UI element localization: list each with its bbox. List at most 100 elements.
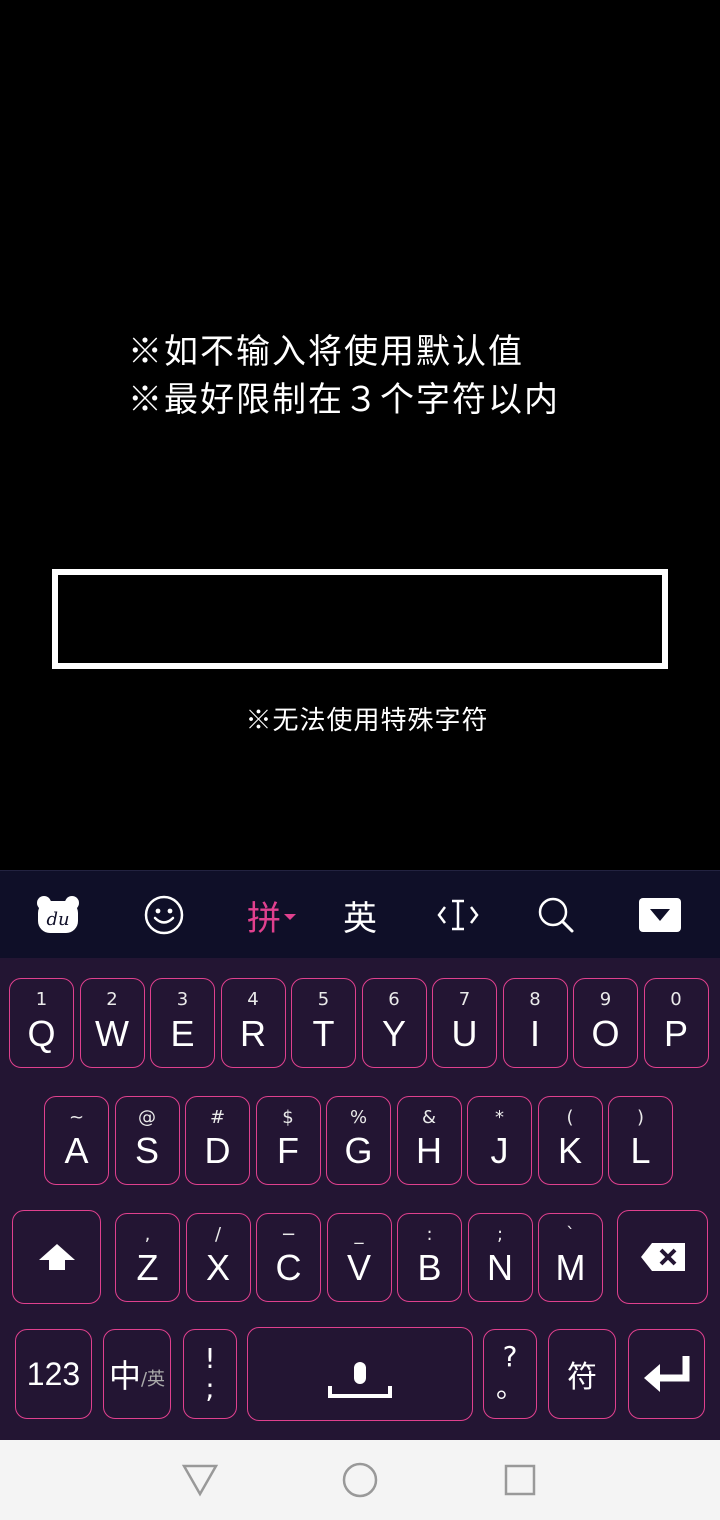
key-z[interactable]: ,Z: [115, 1213, 180, 1302]
key-r[interactable]: 4R: [220, 978, 286, 1068]
key-main-label: V: [346, 1247, 371, 1288]
key-main-label: S: [134, 1130, 159, 1171]
key-c[interactable]: − C: [256, 1213, 321, 1302]
backspace-key[interactable]: [617, 1210, 708, 1304]
key-n[interactable]: ; N: [467, 1213, 533, 1302]
key-sub-label: 4: [247, 989, 259, 1010]
period-label: 。: [495, 1371, 524, 1404]
enter-key[interactable]: [628, 1329, 705, 1419]
svg-text:du: du: [46, 909, 69, 930]
key-sub-label: 9: [599, 989, 612, 1010]
smiley-icon: [144, 895, 184, 935]
game-screen: ※如不输入将使用默认值 ※最好限制在３个字符以内 ※无法使用特殊字符: [0, 0, 720, 870]
key-main-label: H: [416, 1130, 442, 1171]
pinyin-mode-button[interactable]: 拼: [232, 871, 312, 959]
key-e[interactable]: 3E: [150, 978, 215, 1068]
key-main-label: I: [529, 1013, 540, 1054]
key-main-label: J: [490, 1130, 509, 1171]
key-sub-label: 7: [458, 989, 471, 1010]
key-i[interactable]: 8I: [502, 978, 568, 1068]
back-triangle-icon[interactable]: [180, 1460, 220, 1500]
hide-keyboard-button[interactable]: [620, 871, 700, 959]
key-f[interactable]: $ F: [255, 1096, 321, 1185]
recents-square-icon[interactable]: [500, 1460, 540, 1500]
key-m[interactable]: ` M: [538, 1213, 603, 1302]
du-logo-button[interactable]: du: [18, 871, 98, 959]
key-main-label: M: [555, 1247, 586, 1288]
key-main-label: N: [487, 1247, 513, 1288]
enter-icon: [643, 1356, 689, 1392]
home-circle-icon[interactable]: [340, 1460, 380, 1500]
cursor-icon: [437, 899, 479, 931]
key-x[interactable]: / X: [185, 1213, 251, 1302]
key-u[interactable]: 7U: [432, 978, 497, 1068]
key-y[interactable]: 6Y: [361, 978, 427, 1068]
key-p[interactable]: 0P: [643, 978, 709, 1068]
key-o[interactable]: 9O: [573, 978, 638, 1068]
number-mode-key[interactable]: 123: [15, 1329, 92, 1419]
chevron-down-icon: [639, 898, 681, 932]
key-g[interactable]: % G: [326, 1096, 391, 1185]
key-main-label: Z: [136, 1247, 159, 1288]
key-main-label: F: [277, 1130, 299, 1171]
symbol-label: 符: [567, 1360, 597, 1395]
key-h[interactable]: & H: [396, 1096, 462, 1185]
key-j[interactable]: * J: [467, 1096, 532, 1185]
key-d[interactable]: # D: [185, 1096, 250, 1185]
key-main-label: P: [663, 1013, 688, 1054]
space-key[interactable]: [247, 1327, 473, 1421]
key-a[interactable]: ~ A: [44, 1096, 109, 1185]
length-limit-hint: ※最好限制在３个字符以内: [128, 380, 560, 420]
emoji-button[interactable]: [124, 871, 204, 959]
key-sub-label: 2: [106, 989, 118, 1010]
cursor-move-button[interactable]: [418, 871, 498, 959]
key-main-label: L: [630, 1130, 651, 1171]
key-l[interactable]: ) L: [608, 1096, 673, 1185]
lang-sub-label: /英: [140, 1369, 166, 1390]
key-sub-label: /: [214, 1224, 222, 1245]
search-button[interactable]: [516, 871, 596, 959]
semicolon-label: ;: [205, 1372, 215, 1405]
key-v[interactable]: _ V: [326, 1213, 392, 1302]
key-w[interactable]: 2W: [79, 978, 145, 1068]
key-sub-label: ,: [144, 1224, 151, 1245]
microphone-icon: [328, 1362, 392, 1398]
exclaim-label: !: [204, 1342, 216, 1375]
system-nav-bar: [0, 1440, 720, 1520]
key-main-label: W: [95, 1013, 129, 1054]
shift-arrow-icon: [38, 1244, 75, 1270]
key-main-label: R: [240, 1013, 266, 1054]
key-q[interactable]: 1Q: [9, 978, 74, 1068]
key-t[interactable]: 5T: [291, 978, 356, 1068]
symbol-key[interactable]: 符: [548, 1329, 616, 1419]
key-sub-label: 1: [35, 989, 48, 1010]
punct-key-question[interactable]: ? 。: [483, 1329, 537, 1419]
key-k[interactable]: (K: [537, 1096, 603, 1185]
lang-switch-key[interactable]: 中 /英: [103, 1329, 171, 1419]
punct-key-exclaim[interactable]: ! ;: [183, 1329, 237, 1419]
du-logo-icon: du: [37, 896, 79, 933]
key-b[interactable]: :B: [397, 1213, 462, 1302]
english-label: 英: [343, 898, 377, 939]
shift-key[interactable]: [12, 1210, 101, 1304]
name-input-box[interactable]: [52, 569, 668, 669]
ime-toolbar: du 拼 英: [0, 870, 720, 959]
key-main-label: E: [170, 1013, 195, 1054]
key-sub-label: #: [209, 1107, 226, 1128]
key-main-label: O: [591, 1013, 620, 1054]
key-sub-label: −: [280, 1224, 297, 1245]
key-main-label: T: [312, 1013, 335, 1054]
key-main-label: A: [64, 1130, 89, 1171]
search-icon: [538, 897, 574, 933]
key-main-label: G: [344, 1130, 373, 1171]
english-mode-button[interactable]: 英: [320, 871, 400, 959]
special-char-hint: ※无法使用特殊字符: [245, 706, 489, 736]
key-sub-label: ): [636, 1107, 645, 1128]
key-sub-label: _: [354, 1224, 364, 1245]
key-sub-label: %: [349, 1107, 368, 1128]
lang-main-label: 中: [108, 1357, 141, 1395]
key-sub-label: $: [282, 1107, 294, 1128]
key-sub-label: ;: [496, 1224, 504, 1245]
dropdown-caret-icon: [284, 914, 296, 920]
key-s[interactable]: @ S: [114, 1096, 180, 1185]
